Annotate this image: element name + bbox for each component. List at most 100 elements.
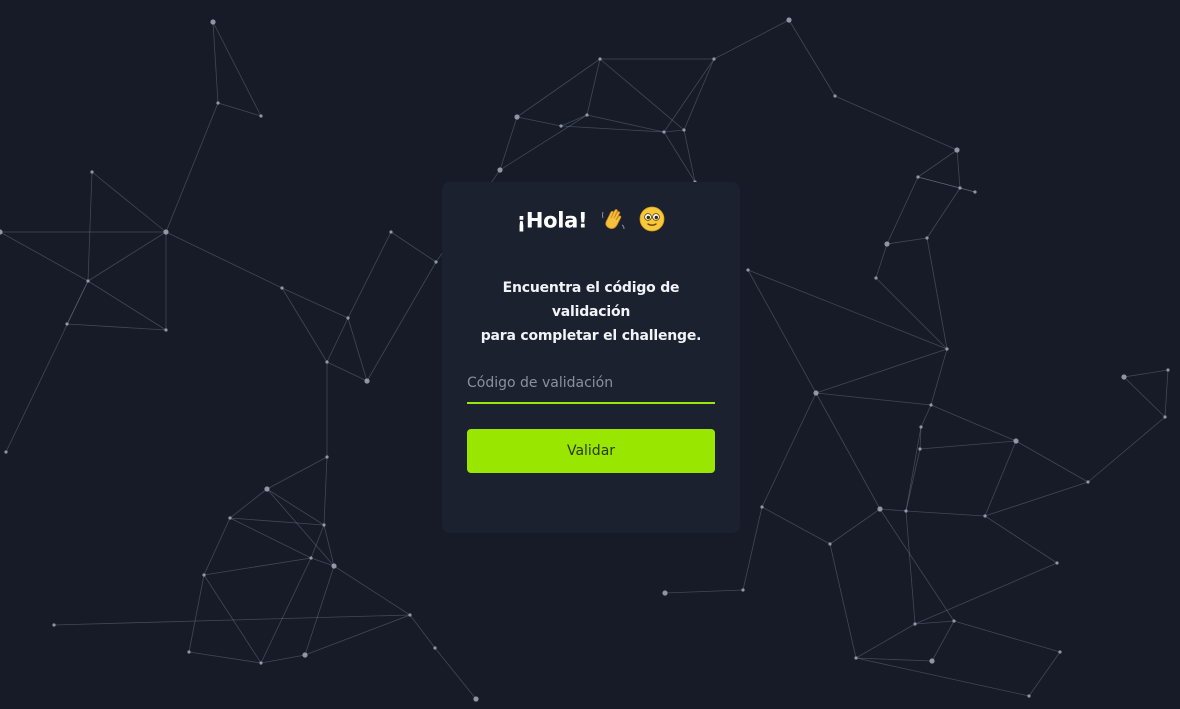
network-line bbox=[905, 510, 986, 517]
smiling-face-icon bbox=[639, 206, 665, 237]
network-node bbox=[833, 94, 837, 98]
network-node bbox=[712, 57, 716, 61]
network-node bbox=[325, 360, 329, 364]
network-node bbox=[1058, 650, 1062, 654]
network-node bbox=[90, 170, 94, 174]
network-node bbox=[786, 17, 792, 23]
network-line bbox=[886, 237, 928, 245]
network-line bbox=[266, 488, 325, 526]
network-line bbox=[165, 102, 219, 233]
network-node bbox=[433, 646, 437, 650]
network-line bbox=[919, 440, 1017, 450]
network-line bbox=[281, 287, 349, 319]
network-node bbox=[741, 588, 745, 592]
network-node bbox=[598, 57, 602, 61]
network-line bbox=[5, 280, 89, 453]
network-line bbox=[742, 506, 763, 591]
instructions-text: Encuentra el código de validación para c… bbox=[480, 280, 702, 344]
network-node bbox=[1163, 415, 1167, 419]
greeting-heading: ¡Hola! bbox=[442, 206, 740, 237]
network-line bbox=[165, 231, 283, 289]
network-line bbox=[366, 261, 437, 382]
network-node bbox=[1121, 374, 1127, 380]
network-node bbox=[210, 19, 216, 25]
network-line bbox=[747, 269, 817, 394]
network-line bbox=[229, 488, 268, 519]
network-line bbox=[1087, 416, 1166, 483]
network-line bbox=[663, 129, 685, 133]
network-line bbox=[984, 481, 1089, 517]
network-node bbox=[874, 276, 878, 280]
network-line bbox=[323, 456, 328, 526]
network-line bbox=[409, 614, 436, 649]
network-node bbox=[828, 542, 832, 546]
network-node bbox=[228, 516, 232, 520]
network-line bbox=[516, 58, 601, 118]
network-node bbox=[958, 186, 962, 190]
network-line bbox=[761, 392, 817, 508]
network-node bbox=[325, 455, 329, 459]
network-node bbox=[52, 623, 56, 627]
network-line bbox=[815, 392, 881, 510]
network-line bbox=[53, 614, 411, 626]
network-node bbox=[929, 403, 933, 407]
network-node bbox=[408, 613, 412, 617]
network-line bbox=[930, 404, 1017, 442]
network-line bbox=[560, 114, 588, 127]
network-line bbox=[930, 348, 948, 406]
network-node bbox=[514, 114, 520, 120]
network-line bbox=[815, 392, 932, 406]
network-line bbox=[984, 440, 1017, 517]
network-line bbox=[212, 21, 262, 117]
validation-code-field bbox=[467, 364, 715, 404]
network-node bbox=[1013, 438, 1019, 444]
validate-button[interactable]: Validar bbox=[467, 429, 715, 473]
network-line bbox=[917, 176, 976, 193]
network-node bbox=[760, 505, 764, 509]
network-node bbox=[919, 425, 923, 429]
network-node bbox=[585, 113, 589, 117]
network-line bbox=[347, 317, 368, 382]
network-line bbox=[829, 508, 881, 545]
network-node bbox=[1086, 480, 1090, 484]
network-line bbox=[815, 348, 948, 394]
network-line bbox=[229, 517, 325, 526]
validation-code-input[interactable] bbox=[467, 364, 715, 402]
network-line bbox=[875, 243, 888, 279]
network-line bbox=[586, 58, 601, 116]
network-line bbox=[788, 19, 836, 97]
network-node bbox=[302, 652, 308, 658]
network-node bbox=[264, 486, 270, 492]
network-node bbox=[0, 229, 3, 235]
network-line bbox=[87, 231, 167, 282]
network-line bbox=[683, 58, 715, 131]
network-line bbox=[599, 58, 685, 131]
network-node bbox=[973, 190, 977, 194]
network-line bbox=[212, 21, 219, 104]
network-line bbox=[266, 488, 335, 567]
network-node bbox=[954, 147, 960, 153]
network-line bbox=[434, 647, 477, 700]
network-line bbox=[984, 515, 1058, 564]
network-line bbox=[879, 508, 955, 622]
network-line bbox=[905, 426, 922, 512]
network-line bbox=[499, 116, 518, 171]
network-line bbox=[953, 620, 1061, 653]
network-line bbox=[260, 557, 312, 664]
waving-hand-icon bbox=[600, 206, 626, 237]
network-node bbox=[202, 573, 206, 577]
network-line bbox=[333, 565, 411, 616]
network-node bbox=[389, 230, 393, 234]
network-node bbox=[746, 268, 750, 272]
network-line bbox=[203, 517, 231, 576]
network-line bbox=[347, 231, 392, 319]
network-node bbox=[925, 236, 929, 240]
network-line bbox=[956, 149, 961, 189]
network-line bbox=[834, 95, 958, 151]
network-node bbox=[682, 128, 686, 132]
network-line bbox=[203, 557, 312, 576]
network-line bbox=[516, 116, 562, 127]
network-node bbox=[877, 506, 883, 512]
network-line bbox=[683, 129, 696, 183]
network-node bbox=[952, 619, 956, 623]
